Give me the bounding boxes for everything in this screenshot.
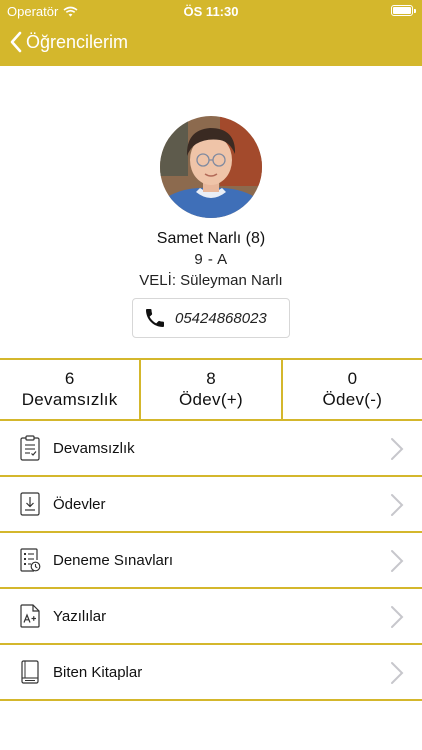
- app-header: Operatör ÖS 11:30 Öğrencilerim: [0, 0, 422, 66]
- menu-item-odevler[interactable]: Ödevler: [0, 477, 422, 533]
- stat-absence[interactable]: 6 Devamsızlık: [0, 360, 142, 419]
- stat-label: Ödev(+): [179, 390, 243, 409]
- document-download-icon: [19, 491, 41, 517]
- stat-homework-minus[interactable]: 0 Ödev(-): [283, 360, 422, 419]
- student-avatar: [160, 116, 262, 218]
- menu-item-devamsizlik[interactable]: Devamsızlık: [0, 421, 422, 477]
- chevron-right-icon: [391, 438, 404, 460]
- book-icon: [19, 659, 41, 685]
- list-clock-icon: [19, 547, 41, 573]
- menu-item-label: Deneme Sınavları: [53, 551, 174, 569]
- parent-name: VELİ: Süleyman Narlı: [139, 272, 283, 289]
- back-button-label: Öğrencilerim: [26, 31, 129, 52]
- stats-bar: 6 Devamsızlık 8 Ödev(+) 0 Ödev(-): [0, 358, 422, 421]
- menu-item-label: Ödevler: [53, 495, 106, 513]
- grade-aplus-icon: [19, 603, 41, 629]
- stat-homework-plus[interactable]: 8 Ödev(+): [141, 360, 283, 419]
- phone-number: 05424868023: [175, 309, 267, 327]
- back-button[interactable]: Öğrencilerim: [10, 31, 128, 53]
- student-name: Samet Narlı (8): [156, 230, 266, 247]
- status-time: ÖS 11:30: [183, 4, 239, 19]
- stat-count: 0: [347, 369, 358, 388]
- menu-item-label: Devamsızlık: [53, 439, 135, 457]
- stat-label: Ödev(-): [322, 390, 383, 409]
- student-class: 9 - A: [194, 251, 228, 268]
- menu-item-label: Biten Kitaplar: [53, 663, 143, 681]
- chevron-right-icon: [391, 494, 404, 516]
- menu-item-deneme-sinavlari[interactable]: Deneme Sınavları: [0, 533, 422, 589]
- chevron-right-icon: [391, 606, 404, 628]
- chevron-left-icon: [10, 31, 22, 53]
- nav-bar: Öğrencilerim: [0, 22, 422, 66]
- menu-list: Devamsızlık Ödevler Deneme Sınavları Yaz…: [0, 421, 422, 701]
- stat-label: Devamsızlık: [21, 390, 118, 409]
- menu-item-biten-kitaplar[interactable]: Biten Kitaplar: [0, 645, 422, 701]
- phone-icon: [146, 309, 164, 327]
- battery-icon: [391, 5, 416, 16]
- menu-item-label: Yazılılar: [53, 607, 107, 625]
- chevron-right-icon: [391, 550, 404, 572]
- menu-item-yazililar[interactable]: Yazılılar: [0, 589, 422, 645]
- stat-count: 6: [64, 369, 75, 388]
- call-phone-button[interactable]: 05424868023: [132, 298, 290, 338]
- chevron-right-icon: [391, 662, 404, 684]
- clipboard-checklist-icon: [19, 435, 41, 461]
- status-bar: Operatör ÖS 11:30: [0, 0, 422, 22]
- stat-count: 8: [206, 369, 216, 388]
